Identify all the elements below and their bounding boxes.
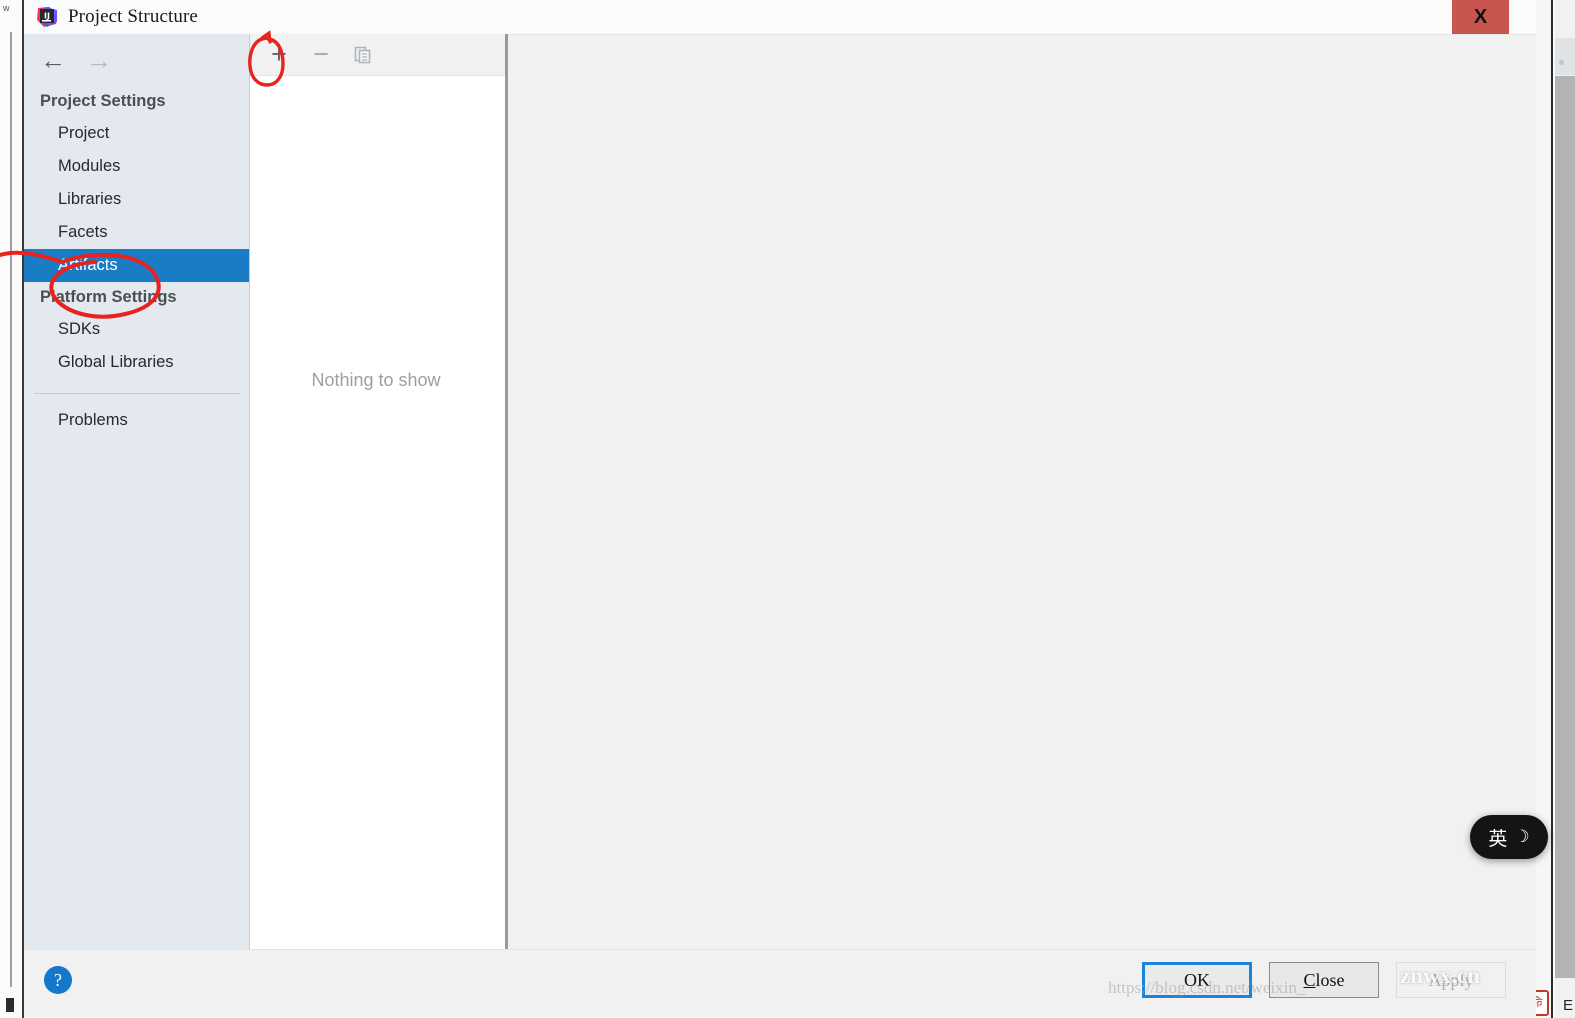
sidebar-item-sdks[interactable]: SDKs	[24, 313, 249, 346]
apply-button: Apply	[1396, 962, 1506, 998]
sidebar-divider	[34, 393, 241, 394]
artifacts-toolbar: + −	[250, 34, 505, 76]
empty-state-text: Nothing to show	[311, 370, 441, 390]
scrollbar-marker	[1559, 60, 1564, 65]
add-icon[interactable]: +	[266, 41, 292, 68]
background-window-left-strip: w	[0, 0, 24, 1018]
background-window-right-scrollbar[interactable]	[1551, 0, 1575, 1018]
ok-button[interactable]: OK	[1142, 962, 1252, 998]
sidebar-group-project-settings: Project Settings	[40, 92, 166, 110]
moon-icon: ☽	[1514, 827, 1530, 846]
sidebar-group-platform-settings: Platform Settings	[40, 288, 177, 306]
scrollbar-thumb[interactable]	[1555, 76, 1575, 978]
background-left-bottom-mark	[6, 998, 14, 1012]
background-right-letter: E	[1562, 997, 1573, 1014]
dialog-title: Project Structure	[68, 6, 198, 27]
dialog-body: ← → Project Settings Project Modules Lib…	[24, 34, 1536, 949]
back-arrow-icon[interactable]: ←	[40, 47, 66, 73]
settings-sidebar: ← → Project Settings Project Modules Lib…	[24, 34, 250, 949]
sidebar-item-facets[interactable]: Facets	[24, 216, 249, 249]
ime-language-label: 英	[1488, 828, 1508, 850]
sidebar-item-libraries[interactable]: Libraries	[24, 183, 249, 216]
close-button-mnemonic: C	[1303, 969, 1316, 990]
sidebar-item-modules[interactable]: Modules	[24, 150, 249, 183]
svg-text:IJ: IJ	[44, 12, 50, 21]
footer-button-group: OK Close Apply	[1142, 962, 1506, 998]
sidebar-item-global-libraries[interactable]: Global Libraries	[24, 346, 249, 379]
sidebar-item-artifacts[interactable]: Artifacts	[24, 249, 249, 282]
dialog-footer: ? OK Close Apply	[24, 949, 1536, 1016]
background-left-mark: w	[3, 3, 10, 13]
close-button-rest: lose	[1315, 969, 1345, 990]
scrollbar-zone	[1555, 38, 1575, 75]
help-icon[interactable]: ?	[44, 966, 72, 994]
artifact-detail-panel	[508, 34, 1536, 949]
sidebar-item-problems[interactable]: Problems	[24, 404, 249, 437]
close-icon[interactable]: X	[1452, 0, 1509, 35]
project-structure-dialog: IJ Project Structure X ← → Project Setti…	[24, 0, 1536, 1016]
sidebar-item-project[interactable]: Project	[24, 117, 249, 150]
ime-indicator[interactable]: 英 ☽	[1470, 815, 1548, 859]
duplicate-icon	[350, 42, 376, 68]
navigation-arrows: ← →	[24, 34, 249, 86]
remove-icon: −	[313, 39, 329, 69]
forward-arrow-icon: →	[86, 45, 112, 75]
background-left-divider	[10, 32, 12, 987]
close-button[interactable]: Close	[1269, 962, 1379, 998]
dialog-titlebar: IJ Project Structure X	[24, 0, 1536, 35]
intellij-idea-icon: IJ	[36, 6, 58, 28]
artifacts-list-panel: + − Nothing to show	[250, 34, 508, 949]
